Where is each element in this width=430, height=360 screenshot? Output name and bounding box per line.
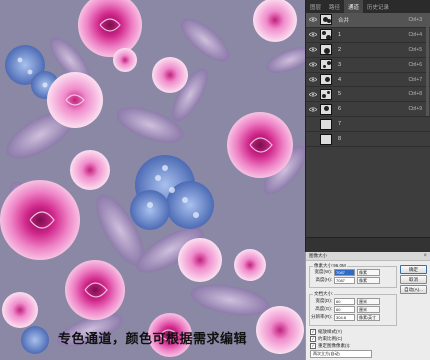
channel-thumbnail	[320, 118, 332, 130]
resolution-row: 分辨率(R): 304.8 像素/英寸	[310, 313, 380, 321]
auto-button[interactable]: 自动(A)...	[400, 285, 427, 294]
channel-row[interactable]: 合并 Ctrl+3	[306, 13, 430, 28]
resample-method-select[interactable]: 两次立方(自动)	[310, 350, 372, 358]
tab-layers[interactable]: 图层	[306, 0, 325, 13]
channel-shortcut: Ctrl+7	[408, 76, 422, 83]
channel-name: 合并	[338, 17, 350, 24]
doc-height-unit-select[interactable]: 厘米	[357, 305, 380, 313]
channel-thumbnail	[320, 44, 332, 56]
panel-footer	[306, 237, 430, 252]
channel-row[interactable]: 4 Ctrl+7	[306, 73, 430, 88]
channel-shortcut: Ctrl+8	[408, 91, 422, 98]
pixel-height-input[interactable]: 7087	[334, 276, 355, 284]
pixel-width-label: 宽度(W):	[314, 269, 333, 274]
doc-width-unit-select[interactable]: 厘米	[357, 297, 380, 305]
pixel-width-unit-select[interactable]: 像素	[357, 268, 380, 276]
visibility-eye-icon[interactable]	[308, 60, 317, 69]
channels-panel: 图层 路径 通道 历史记录 合并 Ctrl+3 1 Ctrl+4 2 Ctrl+5 3 Ctr…	[305, 0, 430, 252]
dialog-title: 图像大小	[306, 252, 430, 261]
channel-list: 合并 Ctrl+3 1 Ctrl+4 2 Ctrl+5 3 Ctrl+6 4 Ctrl+7 5 Ctr…	[306, 13, 430, 148]
channel-thumbnail	[320, 14, 332, 26]
pixel-height-unit-select[interactable]: 像素	[357, 276, 380, 284]
ok-button[interactable]: 确定	[400, 265, 427, 274]
channel-shortcut: Ctrl+5	[408, 46, 422, 53]
channel-name: 8	[338, 136, 342, 143]
channel-row[interactable]: 3 Ctrl+6	[306, 58, 430, 73]
constrain-proportions-checkbox[interactable]: ✓ 约束比例(C)	[310, 336, 342, 342]
channel-thumbnail	[320, 59, 332, 71]
channel-row[interactable]: 8	[306, 132, 430, 148]
resolution-input[interactable]: 304.8	[334, 313, 355, 321]
resolution-unit-select[interactable]: 像素/英寸	[357, 313, 380, 321]
checkmark-icon: ✓	[310, 343, 316, 349]
tab-paths[interactable]: 路径	[325, 0, 344, 13]
panel-tabs: 图层 路径 通道 历史记录	[306, 0, 430, 13]
tab-history[interactable]: 历史记录	[363, 0, 393, 13]
resample-checkbox[interactable]: ✓ 重定图像像素(I):	[310, 343, 351, 349]
floral-pattern-illustration	[0, 0, 305, 357]
channel-name: 4	[338, 76, 342, 83]
channel-name: 2	[338, 46, 342, 53]
channel-name: 5	[338, 91, 342, 98]
channel-row[interactable]: 2 Ctrl+5	[306, 43, 430, 58]
constrain-proportions-label: 约束比例(C)	[318, 336, 343, 341]
channel-shortcut: Ctrl+9	[408, 106, 422, 113]
checkmark-icon: ✓	[310, 329, 316, 335]
floral-artwork-canvas: 专色通道，颜色可根据需求编辑	[0, 0, 305, 360]
doc-height-row: 高度(G): 60 厘米	[310, 305, 380, 313]
resample-label: 重定图像像素(I):	[318, 343, 351, 348]
visibility-eye-icon[interactable]	[308, 15, 317, 24]
channel-thumbnail	[320, 103, 332, 115]
tab-channels[interactable]: 通道	[344, 0, 364, 13]
channel-thumbnail	[320, 29, 332, 41]
doc-width-row: 宽度(D): 60 厘米	[310, 297, 380, 305]
channel-name: 3	[338, 61, 342, 68]
channel-row[interactable]: 1 Ctrl+4	[306, 28, 430, 43]
visibility-eye-icon[interactable]	[308, 45, 317, 54]
channel-note-caption: 专色通道，颜色可根据需求编辑	[58, 331, 248, 346]
channel-name: 7	[338, 121, 342, 128]
close-icon[interactable]: ×	[423, 252, 427, 260]
image-size-dialog: 图像大小 × 像素大小:96.0M 宽度(W): 7087 像素 高度(H): …	[305, 252, 430, 360]
visibility-eye-icon[interactable]	[308, 135, 317, 144]
pixel-height-label: 高度(H):	[315, 277, 333, 282]
visibility-eye-icon[interactable]	[308, 90, 317, 99]
checkmark-icon: ✓	[310, 336, 316, 342]
doc-height-input[interactable]: 60	[334, 305, 355, 313]
channel-thumbnail	[320, 88, 332, 100]
channel-list-scrollbar[interactable]	[426, 16, 429, 116]
visibility-eye-icon[interactable]	[308, 105, 317, 114]
channel-row[interactable]: 6 Ctrl+9	[306, 102, 430, 118]
visibility-eye-icon[interactable]	[308, 30, 317, 39]
scale-styles-checkbox[interactable]: ✓ 缩放样式(Y)	[310, 329, 342, 335]
pixel-width-input[interactable]: 7087	[334, 268, 355, 276]
scale-styles-label: 缩放样式(Y)	[318, 329, 342, 334]
channel-name: 6	[338, 106, 342, 113]
channel-thumbnail	[320, 133, 332, 145]
doc-height-label: 高度(G):	[315, 306, 332, 311]
channel-row[interactable]: 7	[306, 117, 430, 133]
doc-width-label: 宽度(D):	[315, 298, 333, 303]
visibility-eye-icon[interactable]	[308, 120, 317, 129]
doc-width-input[interactable]: 60	[334, 297, 355, 305]
channel-thumbnail	[320, 74, 332, 85]
doc-size-label: 文档大小:	[313, 291, 335, 297]
channel-shortcut: Ctrl+4	[408, 31, 422, 38]
visibility-eye-icon[interactable]	[308, 75, 317, 84]
channel-shortcut: Ctrl+3	[408, 16, 422, 23]
channel-shortcut: Ctrl+6	[408, 61, 422, 68]
resolution-label: 分辨率(R):	[311, 314, 332, 319]
pixel-width-row: 宽度(W): 7087 像素	[310, 268, 380, 276]
pixel-height-row: 高度(H): 7087 像素	[310, 276, 380, 284]
channel-name: 1	[338, 31, 342, 38]
cancel-button[interactable]: 取消	[400, 275, 427, 284]
channel-row[interactable]: 5 Ctrl+8	[306, 87, 430, 103]
